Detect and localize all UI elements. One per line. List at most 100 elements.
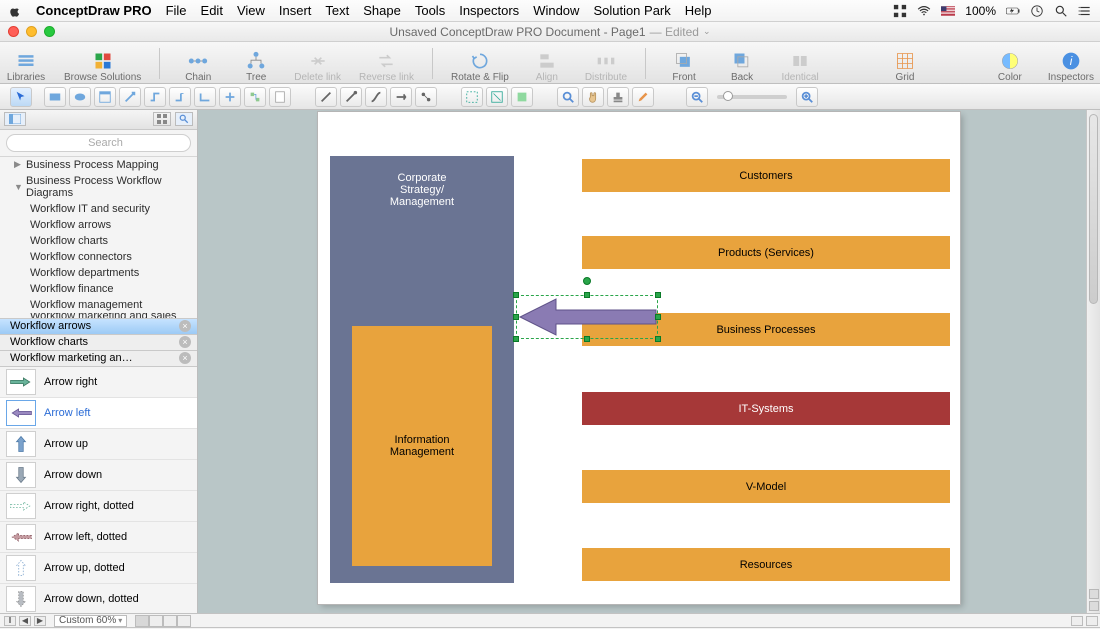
ts-conn5[interactable]	[219, 87, 241, 107]
menu-inspectors[interactable]: Inspectors	[459, 3, 519, 18]
page-surface[interactable]: Corporate Strategy/ Management Informati…	[318, 112, 960, 604]
page-next[interactable]: ▶	[34, 616, 46, 626]
menu-tools[interactable]: Tools	[415, 3, 445, 18]
ts-conn6[interactable]	[244, 87, 266, 107]
ts-sel2[interactable]	[486, 87, 508, 107]
menu-edit[interactable]: Edit	[201, 3, 223, 18]
view-mode-1[interactable]	[1071, 616, 1083, 626]
tb-browse-solutions[interactable]: Browse Solutions	[64, 51, 141, 83]
menu-text[interactable]: Text	[325, 3, 349, 18]
scroll-button[interactable]	[1089, 589, 1099, 599]
rotation-handle[interactable]	[583, 277, 591, 285]
tree-item[interactable]: Workflow arrows	[0, 217, 197, 233]
tree-item[interactable]: Workflow finance	[0, 281, 197, 297]
tb-color[interactable]: Color	[990, 51, 1030, 83]
tab-close-icon[interactable]: ×	[179, 320, 191, 332]
shape-it-systems[interactable]: IT-Systems	[582, 392, 950, 425]
scroll-thumb[interactable]	[1089, 114, 1098, 304]
menu-solution-park[interactable]: Solution Park	[593, 3, 670, 18]
tree-item[interactable]: Workflow charts	[0, 233, 197, 249]
resize-handle[interactable]	[655, 336, 661, 342]
selected-arrow-left[interactable]	[516, 295, 658, 339]
menubar-grid-icon[interactable]	[893, 4, 907, 18]
tree-bpm[interactable]: ▶Business Process Mapping	[0, 157, 197, 173]
tree-item[interactable]: Workflow IT and security	[0, 201, 197, 217]
page-first[interactable]: ◀	[19, 616, 31, 626]
scroll-button[interactable]	[1089, 601, 1099, 611]
resize-handle[interactable]	[584, 336, 590, 342]
shape-arrow-down-dotted[interactable]: Arrow down, dotted	[0, 584, 197, 613]
drawing-canvas[interactable]: Corporate Strategy/ Management Informati…	[198, 110, 1100, 613]
sidebar-search-icon[interactable]	[175, 112, 193, 126]
ts-line3[interactable]	[365, 87, 387, 107]
ts-zoom[interactable]	[557, 87, 579, 107]
ts-hand[interactable]	[582, 87, 604, 107]
ts-zoom-in[interactable]	[796, 87, 818, 107]
menu-shape[interactable]: Shape	[363, 3, 401, 18]
page-tab-1[interactable]	[135, 615, 149, 627]
tb-back[interactable]: Back	[722, 51, 762, 83]
resize-handle[interactable]	[513, 336, 519, 342]
tab-close-icon[interactable]: ×	[179, 352, 191, 364]
shape-arrow-up[interactable]: Arrow up	[0, 429, 197, 460]
page-tab-add[interactable]	[149, 615, 163, 627]
ts-pen[interactable]	[632, 87, 654, 107]
ts-line4[interactable]	[390, 87, 412, 107]
tree-item[interactable]: Workflow departments	[0, 265, 197, 281]
ts-conn3[interactable]	[169, 87, 191, 107]
menu-file[interactable]: File	[166, 3, 187, 18]
ts-conn2[interactable]	[144, 87, 166, 107]
resize-handle[interactable]	[513, 314, 519, 320]
vertical-scrollbar[interactable]	[1086, 110, 1100, 613]
resize-handle[interactable]	[655, 314, 661, 320]
shape-resources[interactable]: Resources	[582, 548, 950, 581]
resize-handle[interactable]	[513, 292, 519, 298]
ts-line1[interactable]	[315, 87, 337, 107]
clock-icon[interactable]	[1030, 4, 1044, 18]
ts-container[interactable]	[94, 87, 116, 107]
tb-front[interactable]: Front	[664, 51, 704, 83]
us-flag-icon[interactable]	[941, 4, 955, 18]
tab-close-icon[interactable]: ×	[179, 336, 191, 348]
view-mode-2[interactable]	[1086, 616, 1098, 626]
ts-line5[interactable]	[415, 87, 437, 107]
hscroll-handle[interactable]: ‖	[4, 616, 16, 626]
ts-stamp[interactable]	[607, 87, 629, 107]
page-tab-blank[interactable]	[163, 615, 177, 627]
shape-arrow-down[interactable]: Arrow down	[0, 460, 197, 491]
tb-inspectors[interactable]: i Inspectors	[1048, 51, 1094, 83]
shape-arrow-left[interactable]: Arrow left	[0, 398, 197, 429]
shape-arrow-right-dotted[interactable]: Arrow right, dotted	[0, 491, 197, 522]
tb-grid[interactable]: Grid	[885, 51, 925, 83]
zoom-select[interactable]: Custom 60%▾	[54, 615, 127, 627]
battery-icon[interactable]	[1006, 4, 1020, 18]
spotlight-icon[interactable]	[1054, 4, 1068, 18]
tab-workflow-charts[interactable]: Workflow charts×	[0, 335, 197, 351]
shape-arrow-left-dotted[interactable]: Arrow left, dotted	[0, 522, 197, 553]
menu-insert[interactable]: Insert	[279, 3, 312, 18]
ts-pointer[interactable]	[10, 87, 32, 107]
library-search-input[interactable]	[6, 134, 191, 152]
menu-view[interactable]: View	[237, 3, 265, 18]
wifi-icon[interactable]	[917, 4, 931, 18]
zoom-slider[interactable]	[717, 95, 787, 99]
tree-item[interactable]: Workflow management	[0, 297, 197, 313]
tab-workflow-marketing[interactable]: Workflow marketing an…×	[0, 351, 197, 367]
ts-rect[interactable]	[44, 87, 66, 107]
ts-line2[interactable]	[340, 87, 362, 107]
sidebar-toggle-icon[interactable]	[4, 112, 26, 126]
tab-workflow-arrows[interactable]: Workflow arrows×	[0, 319, 197, 335]
resize-handle[interactable]	[655, 292, 661, 298]
window-close-button[interactable]	[8, 26, 19, 37]
ts-conn1[interactable]	[119, 87, 141, 107]
shape-vmodel[interactable]: V-Model	[582, 470, 950, 503]
menu-window[interactable]: Window	[533, 3, 579, 18]
window-zoom-button[interactable]	[44, 26, 55, 37]
shape-arrow-right[interactable]: Arrow right	[0, 367, 197, 398]
tree-bpwd[interactable]: ▼Business Process Workflow Diagrams	[0, 173, 197, 201]
ts-sel1[interactable]	[461, 87, 483, 107]
sidebar-grid-view-icon[interactable]	[153, 112, 171, 126]
ts-conn4[interactable]	[194, 87, 216, 107]
title-chevron-icon[interactable]: ⌄	[703, 26, 711, 37]
tb-libraries[interactable]: Libraries	[6, 51, 46, 83]
